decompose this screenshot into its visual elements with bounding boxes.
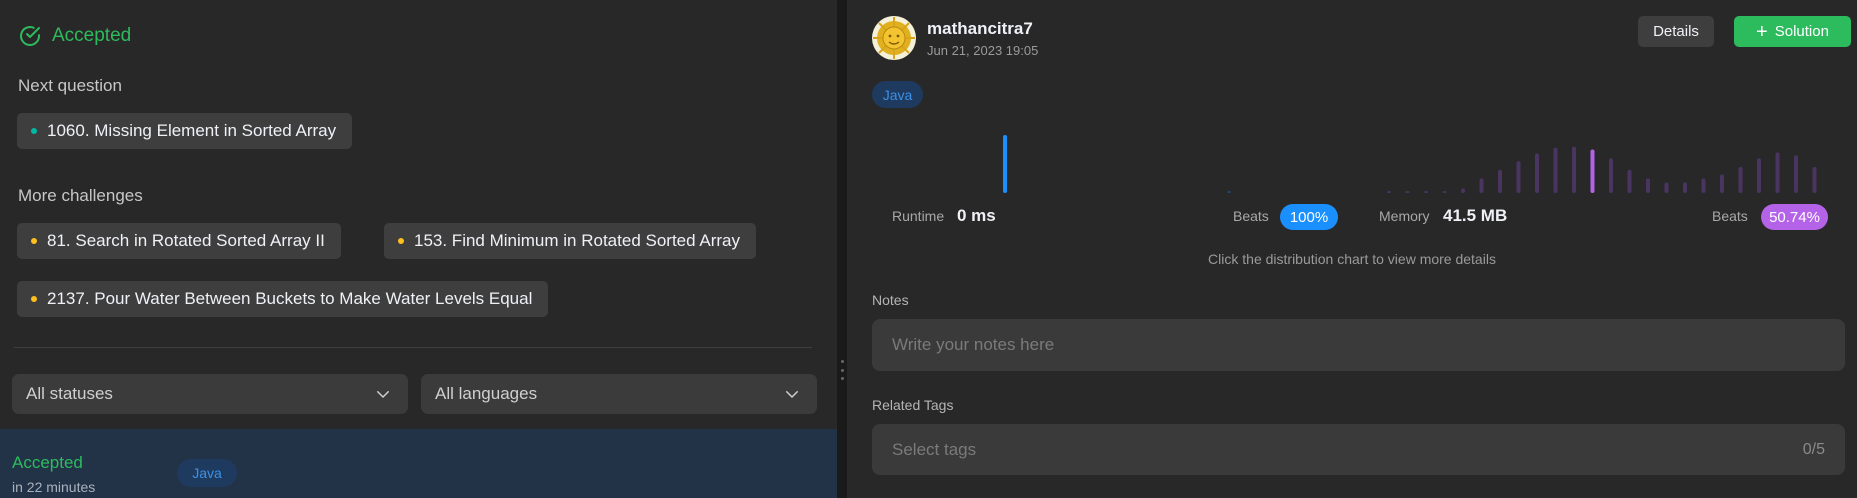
drag-grip-icon (840, 360, 844, 380)
memory-bar[interactable] (1442, 191, 1447, 193)
tags-select[interactable]: 0/5 (872, 424, 1845, 475)
memory-bar[interactable] (1812, 166, 1817, 193)
medium-dot-icon (398, 238, 404, 244)
memory-bar[interactable] (1720, 174, 1724, 193)
memory-value: 41.5 MB (1443, 206, 1508, 225)
memory-bar[interactable] (1590, 149, 1595, 194)
challenge-chip[interactable]: 153. Find Minimum in Rotated Sorted Arra… (384, 223, 756, 259)
runtime-value: 0 ms (957, 206, 996, 225)
tags-count: 0/5 (1802, 440, 1825, 458)
related-tags-label: Related Tags (872, 397, 954, 413)
memory-bar[interactable] (1535, 153, 1539, 193)
memory-bar[interactable] (1553, 147, 1558, 193)
tags-input[interactable] (872, 424, 1845, 475)
memory-bar[interactable] (1757, 158, 1761, 193)
submission-language-badge: Java (177, 459, 237, 487)
memory-beats-badge: 50.74% (1761, 204, 1828, 230)
distribution-chart[interactable] (847, 0, 1857, 200)
memory-bar[interactable] (1516, 161, 1521, 193)
memory-bar[interactable] (1775, 152, 1780, 193)
memory-bar[interactable] (1387, 191, 1391, 193)
memory-bar[interactable] (1479, 178, 1484, 194)
runtime-bar[interactable] (1227, 191, 1231, 193)
language-filter-value: All languages (435, 384, 538, 403)
memory-bar[interactable] (1498, 169, 1502, 193)
distribution-hint: Click the distribution chart to view mor… (1208, 251, 1496, 267)
memory-bar[interactable] (1646, 178, 1650, 194)
check-circle-icon (20, 26, 40, 46)
accepted-label: Accepted (52, 25, 132, 46)
memory-bar[interactable] (1664, 182, 1669, 193)
next-question-label: Next question (18, 76, 122, 95)
runtime-beats-badge: 100% (1280, 204, 1338, 230)
memory-bar[interactable] (1627, 169, 1632, 193)
runtime-label: Runtime (892, 208, 945, 224)
status-filter-value: All statuses (26, 384, 113, 403)
notes-input[interactable] (872, 319, 1845, 371)
language-filter-select[interactable]: All languages (421, 374, 817, 414)
next-question-title: 1060. Missing Element in Sorted Array (47, 121, 337, 140)
challenge-chip[interactable]: 81. Search in Rotated Sorted Array II (17, 223, 341, 259)
submission-row[interactable]: Accepted in 22 minutes Java (0, 429, 837, 498)
memory-bar[interactable] (1609, 158, 1613, 193)
memory-bar[interactable] (1572, 146, 1576, 193)
memory-bar[interactable] (1701, 178, 1706, 194)
memory-bar[interactable] (1405, 191, 1410, 193)
challenge-chip[interactable]: 2137. Pour Water Between Buckets to Make… (17, 281, 549, 317)
memory-label: Memory (1379, 208, 1430, 224)
submission-status: Accepted (12, 453, 83, 472)
chevron-down-icon (786, 391, 798, 398)
notes-label: Notes (872, 292, 909, 308)
panel-resize-handle[interactable] (837, 0, 847, 498)
next-question-chip[interactable]: 1060. Missing Element in Sorted Array (17, 113, 353, 149)
submission-time: in 22 minutes (12, 479, 96, 495)
runtime-beats-label: Beats (1233, 208, 1269, 224)
memory-bar[interactable] (1683, 182, 1687, 193)
chevron-down-icon (377, 391, 389, 398)
challenge-title: 2137. Pour Water Between Buckets to Make… (47, 289, 533, 308)
memory-bar[interactable] (1794, 155, 1798, 193)
medium-dot-icon (31, 238, 37, 244)
memory-bar[interactable] (1738, 166, 1743, 193)
runtime-bar[interactable] (1003, 135, 1007, 193)
submission-detail-panel: mathancitra7 Jun 21, 2023 19:05 Details … (847, 0, 1857, 498)
challenge-title: 153. Find Minimum in Rotated Sorted Arra… (414, 231, 740, 250)
memory-bar[interactable] (1461, 188, 1465, 193)
memory-bar[interactable] (1424, 191, 1428, 193)
easy-dot-icon (31, 128, 37, 134)
accepted-status: Accepted (18, 24, 131, 48)
memory-beats-label: Beats (1712, 208, 1748, 224)
status-filter-select[interactable]: All statuses (12, 374, 408, 414)
medium-dot-icon (31, 296, 37, 302)
result-panel: Accepted Next question 1060. Missing Ele… (0, 0, 837, 498)
more-challenges-label: More challenges (18, 186, 143, 205)
divider (14, 347, 812, 348)
challenge-title: 81. Search in Rotated Sorted Array II (47, 231, 325, 250)
